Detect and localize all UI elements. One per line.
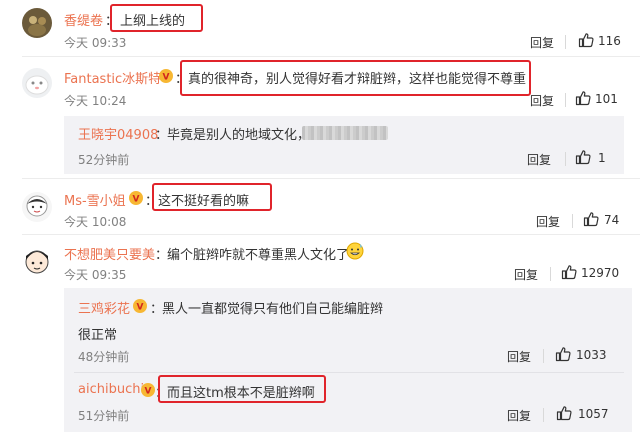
reply-button[interactable]: 回复 bbox=[507, 407, 531, 424]
like-count: 1057 bbox=[578, 407, 609, 421]
comment-time: 52分钟前 bbox=[78, 153, 130, 167]
thumbs-up-icon[interactable] bbox=[561, 264, 577, 280]
reply-button[interactable]: 回复 bbox=[530, 92, 554, 109]
comment-time: 今天 10:24 bbox=[64, 94, 127, 108]
divider bbox=[565, 152, 566, 166]
reply-button[interactable]: 回复 bbox=[536, 213, 560, 230]
highlight-box bbox=[158, 375, 326, 403]
like-count: 101 bbox=[595, 92, 618, 106]
vip-badge-icon: V bbox=[159, 69, 173, 83]
highlight-box bbox=[152, 183, 272, 211]
divider bbox=[543, 349, 544, 363]
thumbs-up-icon[interactable] bbox=[575, 90, 591, 106]
like-count: 1 bbox=[598, 151, 606, 165]
separator bbox=[22, 234, 640, 235]
separator bbox=[74, 372, 624, 373]
divider bbox=[543, 408, 544, 422]
comment-text-line2: 很正常 bbox=[78, 328, 118, 343]
svg-text:V: V bbox=[133, 195, 140, 205]
grin-sweat-emoji-icon bbox=[346, 242, 364, 260]
comment-time: 今天 09:35 bbox=[64, 268, 127, 282]
comment-time: 48分钟前 bbox=[78, 350, 130, 364]
like-count: 12970 bbox=[581, 266, 620, 280]
comment-author[interactable]: 王晓宇04908 bbox=[78, 124, 158, 143]
avatar[interactable] bbox=[22, 246, 52, 276]
divider bbox=[550, 267, 551, 281]
comment-author[interactable]: Ms-雪小姐 bbox=[64, 190, 126, 209]
highlight-box bbox=[180, 60, 531, 96]
comment-author[interactable]: 三鸡彩花 bbox=[78, 298, 130, 317]
reply-button[interactable]: 回复 bbox=[530, 34, 554, 51]
comment-time: 51分钟前 bbox=[78, 409, 130, 423]
separator bbox=[22, 56, 640, 57]
divider bbox=[565, 35, 566, 49]
comment-time: 今天 09:33 bbox=[64, 36, 127, 50]
comment-text: 黑人一直都觉得只有他们自己能编脏辫 bbox=[162, 302, 384, 317]
reply-button[interactable]: 回复 bbox=[527, 151, 551, 168]
divider bbox=[572, 214, 573, 228]
divider bbox=[565, 93, 566, 107]
comment-time: 今天 10:08 bbox=[64, 215, 127, 229]
comment-text: 编个脏辫咋就不尊重黑人文化了 bbox=[167, 248, 350, 263]
comment-text: 毕竟是别人的地域文化， bbox=[167, 128, 311, 143]
thumbs-up-icon[interactable] bbox=[575, 149, 591, 165]
separator bbox=[22, 178, 640, 179]
avatar[interactable] bbox=[22, 68, 52, 98]
reply-button[interactable]: 回复 bbox=[507, 348, 531, 365]
vip-badge-icon: V bbox=[133, 299, 147, 313]
svg-text:V: V bbox=[145, 387, 152, 397]
reply-button[interactable]: 回复 bbox=[514, 266, 538, 283]
highlight-box bbox=[110, 4, 203, 32]
thumbs-up-icon[interactable] bbox=[583, 211, 599, 227]
like-count: 1033 bbox=[576, 348, 607, 362]
avatar[interactable] bbox=[22, 192, 52, 222]
comment-author[interactable]: 香缇卷 bbox=[64, 10, 103, 29]
vip-badge-icon: V bbox=[129, 191, 143, 205]
avatar[interactable] bbox=[22, 8, 52, 38]
svg-text:V: V bbox=[163, 73, 170, 83]
blurred-text bbox=[302, 126, 388, 140]
like-count: 116 bbox=[598, 34, 621, 48]
like-count: 74 bbox=[604, 213, 620, 227]
thumbs-up-icon[interactable] bbox=[556, 405, 572, 421]
svg-text:V: V bbox=[137, 303, 144, 313]
vip-badge-icon: V bbox=[141, 383, 155, 397]
thumbs-up-icon[interactable] bbox=[578, 32, 594, 48]
comment-author[interactable]: Fantastic冰斯特 bbox=[64, 68, 161, 87]
comment-author[interactable]: aichibuchi bbox=[78, 382, 144, 397]
thumbs-up-icon[interactable] bbox=[555, 346, 571, 362]
comment-author[interactable]: 不想肥美只要美 bbox=[64, 244, 155, 263]
